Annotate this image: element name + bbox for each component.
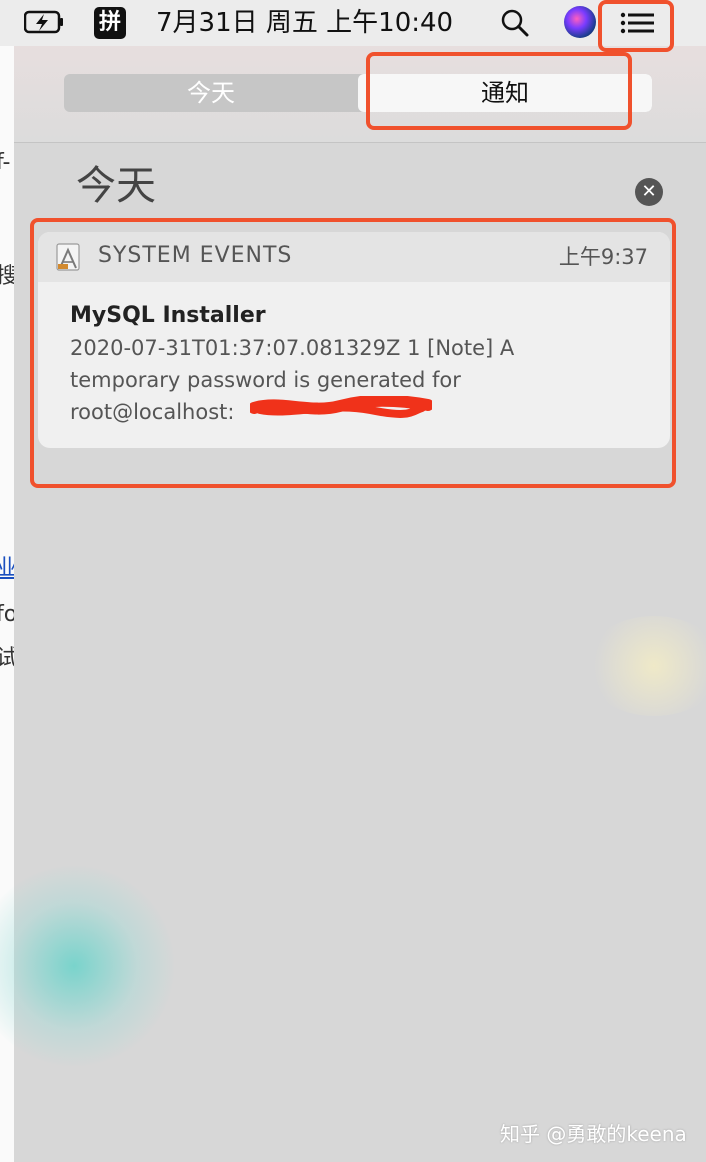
notification-center-icon[interactable] [612, 6, 664, 40]
panel-header: 今天 通知 [14, 46, 706, 143]
background-text: f- [0, 150, 11, 175]
script-editor-icon [56, 243, 80, 271]
notification-card-body: MySQL Installer 2020-07-31T01:37:07.0813… [38, 282, 670, 428]
input-method-icon[interactable]: 拼 [94, 7, 126, 39]
menu-bar-clock[interactable]: 7月31日 周五 上午10:40 [156, 6, 453, 40]
notification-time: 上午9:37 [558, 245, 648, 269]
notification-card-header: SYSTEM EVENTS 上午9:37 [38, 232, 670, 282]
tab-notifications[interactable]: 通知 [358, 74, 652, 112]
battery-charging-icon[interactable] [24, 10, 64, 34]
siri-icon[interactable] [564, 6, 596, 38]
search-icon[interactable] [500, 8, 530, 38]
menu-bar: 拼 7月31日 周五 上午10:40 [0, 0, 706, 46]
notification-card[interactable]: SYSTEM EVENTS 上午9:37 MySQL Installer 202… [38, 232, 670, 448]
background-blur-teal [0, 866, 174, 1066]
watermark: 知乎 @勇敢的keena [500, 1122, 687, 1146]
tab-today[interactable]: 今天 [64, 74, 358, 112]
background-blur-yellow [584, 616, 706, 716]
redaction-scribble [250, 396, 432, 418]
notification-app-name: SYSTEM EVENTS [98, 243, 293, 268]
section-title: 今天 [76, 163, 156, 209]
notification-center-panel: 今天 通知 今天 ✕ SYSTEM EVENTS 上午9:37 MySQL In… [0, 46, 706, 1162]
segmented-control: 今天 通知 [64, 74, 652, 112]
notification-title: MySQL Installer [70, 303, 266, 328]
clear-notifications-button[interactable]: ✕ [635, 178, 663, 206]
